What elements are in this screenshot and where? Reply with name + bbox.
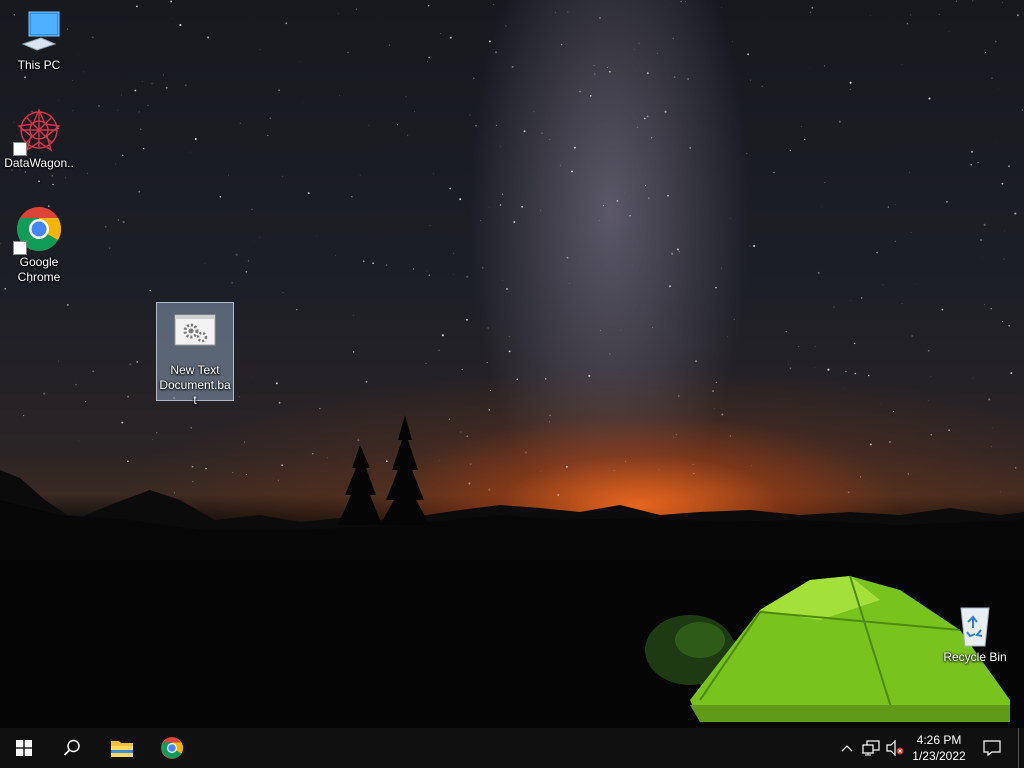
notification-icon [983, 740, 1001, 756]
batch-file-icon [171, 311, 219, 359]
desktop-icon-label: Recycle Bin [943, 650, 1007, 664]
clock-date: 1/23/2022 [912, 749, 966, 763]
search-icon [63, 739, 80, 756]
desktop-wallpaper[interactable] [0, 0, 1024, 728]
desktop-icon-this-pc[interactable]: This PC [1, 8, 77, 73]
windows-logo-icon [16, 740, 32, 756]
show-desktop-button[interactable] [1018, 728, 1024, 768]
tray-volume-button[interactable] [884, 728, 906, 768]
desktop-icon-label: Google Chrome [17, 255, 61, 284]
search-button[interactable] [48, 728, 96, 768]
taskbar-clock[interactable]: 4:26 PM 1/23/2022 [904, 728, 974, 768]
desktop-icon-label: DataWagon... [4, 156, 74, 185]
volume-muted-icon [886, 740, 904, 756]
taskbar: 4:26 PM 1/23/2022 [0, 728, 1024, 768]
tray-overflow-button[interactable] [836, 728, 858, 768]
clock-time: 4:26 PM [916, 733, 962, 747]
desktop-icon-label: This PC [17, 58, 61, 72]
action-center-button[interactable] [978, 728, 1006, 768]
computer-icon [15, 8, 63, 56]
network-icon [862, 740, 880, 756]
desktop-icon-datawagon[interactable]: DataWagon... [1, 106, 77, 186]
mountain-landscape [0, 415, 1024, 728]
start-button[interactable] [0, 728, 48, 768]
desktop-icon-new-text-document-bat[interactable]: New Text Document.bat [156, 302, 234, 407]
datawagon-icon [13, 106, 63, 156]
shortcut-arrow-icon [13, 241, 27, 255]
desktop-icon-google-chrome[interactable]: Google Chrome [1, 205, 77, 285]
chrome-icon [161, 737, 183, 759]
taskbar-google-chrome[interactable] [148, 728, 196, 768]
chrome-icon [13, 205, 63, 255]
shortcut-arrow-icon [13, 142, 27, 156]
folder-icon [111, 741, 133, 757]
chevron-up-icon [841, 745, 853, 752]
recycle-bin-icon [951, 600, 999, 648]
desktop-icon-label: New Text Document.bat [159, 363, 231, 407]
taskbar-file-explorer[interactable] [98, 728, 146, 768]
desktop-icon-recycle-bin[interactable]: Recycle Bin [937, 600, 1013, 665]
tray-network-button[interactable] [860, 728, 882, 768]
